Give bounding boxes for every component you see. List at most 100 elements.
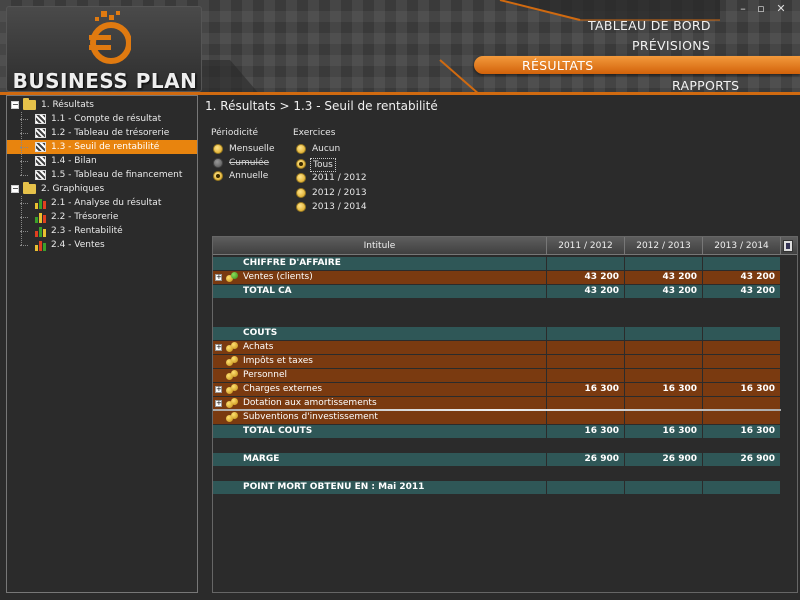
- grid-cell-value[interactable]: 43 200: [703, 285, 781, 298]
- periodicite-option-cumulee[interactable]: Cumulée: [213, 157, 293, 171]
- tree-group-1-resultats[interactable]: − 1. Résultats: [7, 98, 197, 112]
- row-separator: [213, 409, 781, 411]
- periodicite-option-mensuelle[interactable]: Mensuelle: [213, 143, 293, 157]
- grid-row-achats[interactable]: + Achats: [213, 341, 781, 354]
- grid-cell-value[interactable]: 26 900: [703, 453, 781, 466]
- expand-icon[interactable]: +: [215, 386, 222, 393]
- radio-button[interactable]: [213, 157, 223, 168]
- grid-cell-value[interactable]: 16 300: [625, 425, 703, 438]
- grid-cell-value[interactable]: [625, 369, 703, 382]
- close-button[interactable]: ✕: [772, 2, 790, 16]
- grid-row-chiffre-d-affaire[interactable]: CHIFFRE D'AFFAIRE: [213, 257, 781, 270]
- grid-row-couts[interactable]: COUTS: [213, 327, 781, 340]
- grid-cell-value[interactable]: [547, 481, 625, 494]
- grid-header-2011-2012[interactable]: 2011 / 2012: [547, 237, 625, 255]
- column-chooser-icon[interactable]: [783, 240, 793, 252]
- grid-row-ventes-clients[interactable]: 43 200 43 200 43 200 + Ventes (clients): [213, 271, 781, 284]
- expand-icon[interactable]: +: [215, 400, 222, 407]
- results-grid: Intitule 2011 / 2012 2012 / 2013 2013 / …: [212, 236, 798, 593]
- grid-cell-value[interactable]: 16 300: [547, 383, 625, 396]
- tree-item-1-5-tableau-de-financement[interactable]: 1.5 - Tableau de financement: [7, 168, 197, 182]
- grid-row-blank: [213, 299, 781, 312]
- grid-cell-value[interactable]: [547, 341, 625, 354]
- tree-item-label: 1.4 - Bilan: [51, 156, 97, 166]
- tree-item-1-2-tableau-de-tresorerie[interactable]: 1.2 - Tableau de trésorerie: [7, 126, 197, 140]
- tree-item-2-4-ventes[interactable]: 2.4 - Ventes: [7, 238, 197, 252]
- grid-cell-value[interactable]: 43 200: [703, 271, 781, 284]
- grid-cell-value[interactable]: [703, 481, 781, 494]
- exercices-option-2011-2012[interactable]: 2011 / 2012: [296, 172, 376, 186]
- periodicite-title: Périodicité: [211, 128, 259, 138]
- tree-item-2-3-rentabilite[interactable]: 2.3 - Rentabilité: [7, 224, 197, 238]
- grid-cell-value[interactable]: [625, 341, 703, 354]
- tree-item-1-1-compte-de-resultat[interactable]: 1.1 - Compte de résultat: [7, 112, 197, 126]
- grid-cell-value[interactable]: [703, 355, 781, 368]
- grid-cell-value[interactable]: [625, 257, 703, 270]
- tree-connector: [20, 175, 28, 176]
- grid-cell-value[interactable]: 26 900: [625, 453, 703, 466]
- menu-resultats[interactable]: RÉSULTATS: [522, 58, 593, 73]
- grid-cell-value[interactable]: [547, 355, 625, 368]
- grid-cell-value[interactable]: [703, 341, 781, 354]
- grid-cell-value[interactable]: [703, 257, 781, 270]
- grid-cell-value[interactable]: 43 200: [625, 271, 703, 284]
- grid-row-point-mort-obtenu-en-mai-2011[interactable]: POINT MORT OBTENU EN : Mai 2011: [213, 481, 781, 494]
- exercices-option-aucun[interactable]: Aucun: [296, 143, 376, 157]
- exercices-option-2012-2013[interactable]: 2012 / 2013: [296, 187, 376, 201]
- minimize-button[interactable]: –: [734, 2, 752, 16]
- radio-button[interactable]: [296, 158, 306, 169]
- grid-cell-value[interactable]: [703, 369, 781, 382]
- grid-cell-value[interactable]: 16 300: [703, 425, 781, 438]
- grid-cell-value[interactable]: [547, 327, 625, 340]
- grid-cell-value[interactable]: 16 300: [547, 425, 625, 438]
- menu-rapports[interactable]: RAPPORTS: [672, 78, 739, 93]
- grid-header-intitule[interactable]: Intitule: [213, 237, 547, 255]
- grid-header-2013-2014[interactable]: 2013 / 2014: [703, 237, 781, 255]
- grid-cell-value[interactable]: 43 200: [625, 285, 703, 298]
- grid-cell-value[interactable]: 43 200: [547, 271, 625, 284]
- grid-cell-value[interactable]: [625, 355, 703, 368]
- radio-button[interactable]: [296, 173, 306, 183]
- grid-cell-value[interactable]: [625, 327, 703, 340]
- grid-header-2012-2013[interactable]: 2012 / 2013: [625, 237, 703, 255]
- grid-cell-value[interactable]: [547, 257, 625, 270]
- grid-cell-value[interactable]: [625, 411, 703, 424]
- grid-cell-value[interactable]: 26 900: [547, 453, 625, 466]
- tree-item-2-1-analyse-du-resultat[interactable]: 2.1 - Analyse du résultat: [7, 196, 197, 210]
- grid-cell-value[interactable]: [547, 369, 625, 382]
- grid-cell-value[interactable]: 16 300: [703, 383, 781, 396]
- grid-cell-value[interactable]: [703, 327, 781, 340]
- collapse-icon[interactable]: −: [11, 101, 19, 109]
- grid-row-charges-externes[interactable]: 16 300 16 300 16 300 + Charges externes: [213, 383, 781, 396]
- grid-cell-value[interactable]: 43 200: [547, 285, 625, 298]
- radio-button[interactable]: [213, 171, 223, 181]
- grid-row-subventions-d-investissement[interactable]: Subventions d'investissement: [213, 411, 781, 424]
- radio-button[interactable]: [296, 202, 306, 212]
- radio-button[interactable]: [296, 144, 306, 154]
- grid-cell-value[interactable]: [703, 411, 781, 424]
- grid-row-total-couts[interactable]: 16 300 16 300 16 300 TOTAL COUTS: [213, 425, 781, 438]
- radio-button[interactable]: [296, 187, 306, 198]
- grid-row-personnel[interactable]: Personnel: [213, 369, 781, 382]
- menu-tableau-de-bord[interactable]: TABLEAU DE BORD: [588, 18, 711, 33]
- grid-cell-value[interactable]: [625, 481, 703, 494]
- periodicite-option-annuelle[interactable]: Annuelle: [213, 170, 293, 184]
- tree-group-2-graphiques[interactable]: − 2. Graphiques: [7, 182, 197, 196]
- tree-item-1-4-bilan[interactable]: 1.4 - Bilan: [7, 154, 197, 168]
- radio-button[interactable]: [213, 144, 223, 154]
- exercices-option-tous[interactable]: Tous: [296, 157, 376, 172]
- tree-item-2-2-tresorerie[interactable]: 2.2 - Trésorerie: [7, 210, 197, 224]
- expand-icon[interactable]: +: [215, 344, 222, 351]
- grid-row-impots-et-taxes[interactable]: Impôts et taxes: [213, 355, 781, 368]
- grid-cell-value[interactable]: [547, 411, 625, 424]
- expand-icon[interactable]: +: [215, 274, 222, 281]
- exercices-option-2013-2014[interactable]: 2013 / 2014: [296, 201, 376, 215]
- grid-row-total-ca[interactable]: 43 200 43 200 43 200 TOTAL CA: [213, 285, 781, 298]
- grid-row-marge[interactable]: 26 900 26 900 26 900 MARGE: [213, 453, 781, 466]
- maximize-button[interactable]: ▫: [752, 2, 770, 16]
- collapse-icon[interactable]: −: [11, 185, 19, 193]
- menu-previsions[interactable]: PRÉVISIONS: [632, 38, 710, 53]
- grid-cell-value[interactable]: 16 300: [625, 383, 703, 396]
- tree-item-1-3-seuil-de-rentabilite[interactable]: 1.3 - Seuil de rentabilité: [7, 140, 197, 154]
- radio-label: 2013 / 2014: [312, 202, 367, 212]
